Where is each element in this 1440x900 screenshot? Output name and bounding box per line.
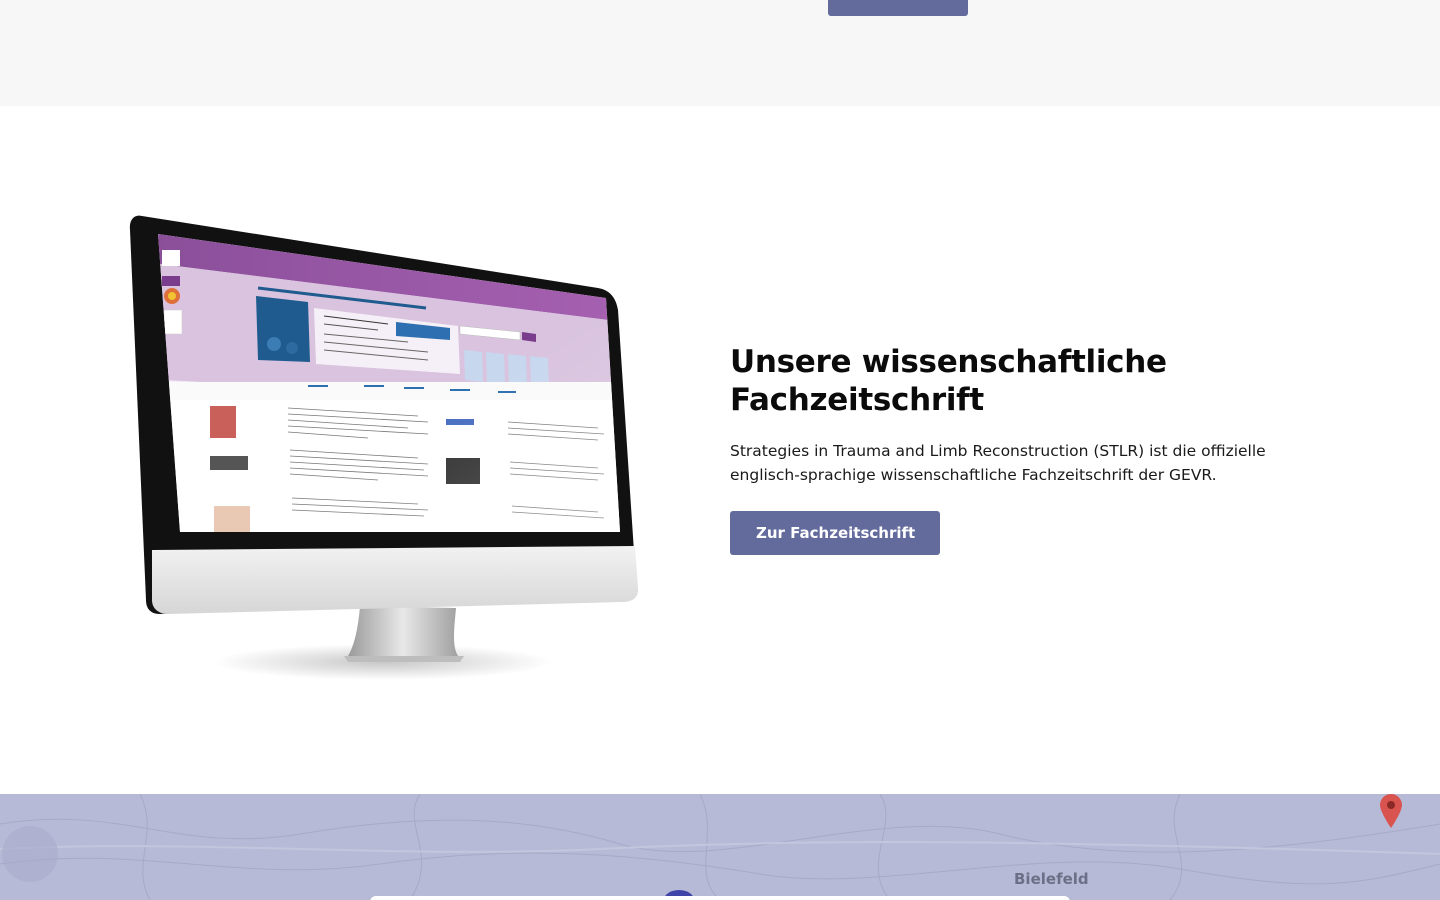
previous-section [0,0,1440,106]
to-journal-button[interactable]: Zur Fachzeitschrift [730,511,941,555]
map-city-label: Bielefeld [1014,870,1089,888]
map-info-card [370,896,1070,900]
journal-description: Strategies in Trauma and Limb Reconstruc… [730,442,1266,484]
journal-text-column: Unsere wissenschaftliche Fachzeitschrift… [730,343,1330,555]
map-pin-icon[interactable] [1378,794,1404,828]
journal-heading: Unsere wissenschaftliche Fachzeitschrift [730,344,1167,418]
journal-website-mockup-image [128,210,648,690]
location-map[interactable] [0,794,1440,900]
previous-section-button[interactable] [828,0,968,16]
